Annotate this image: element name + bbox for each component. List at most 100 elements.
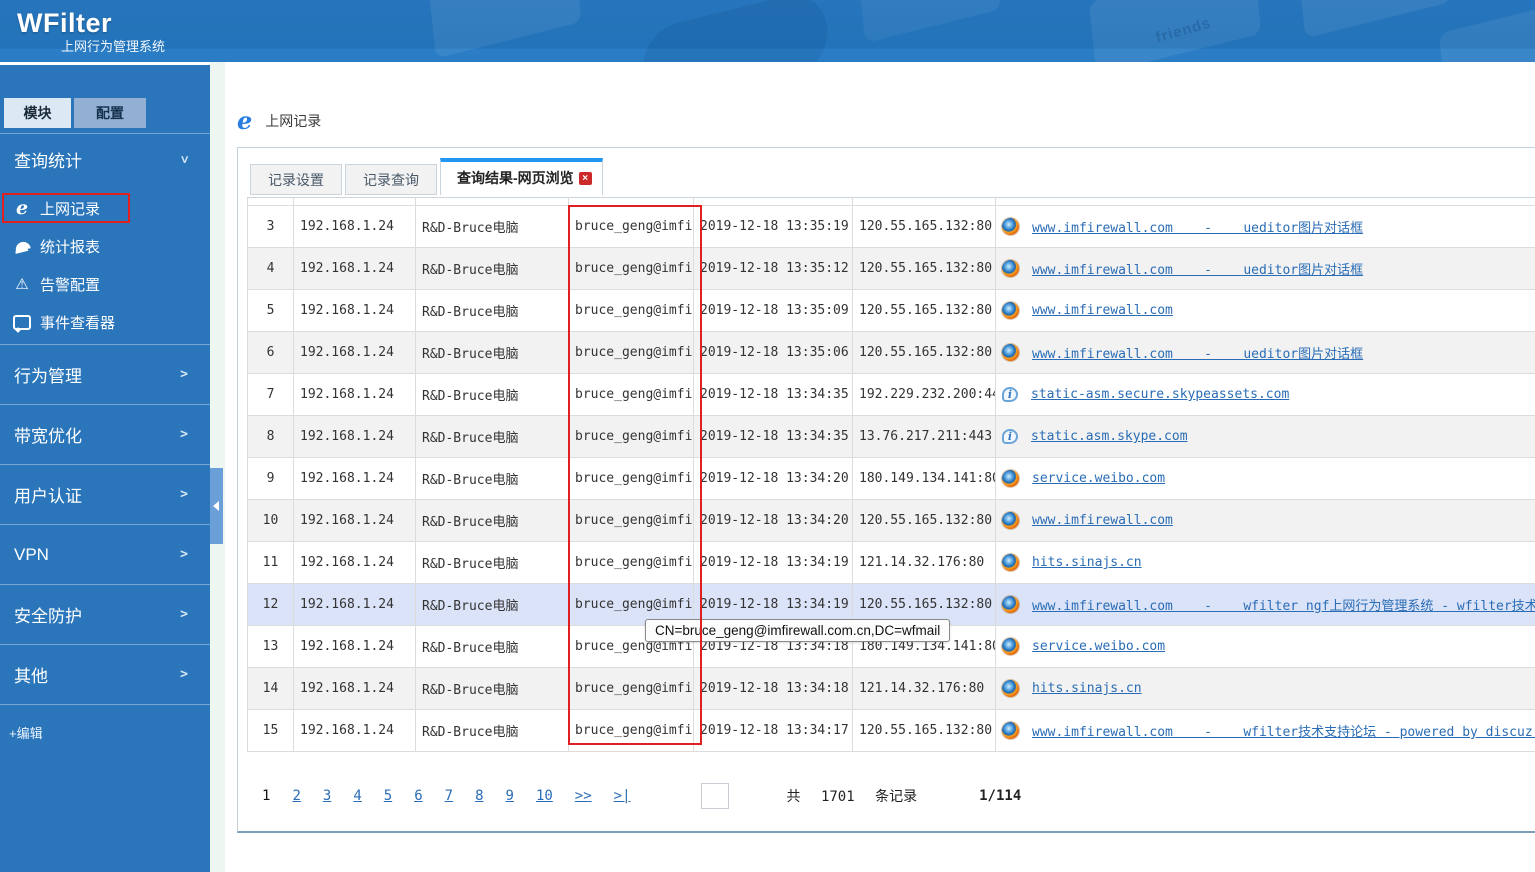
main-content: e 上网记录 记录设置 记录查询 查询结果-网页浏览 3192.168.1.2 bbox=[225, 62, 1535, 872]
cell-host: R&D-Bruce电脑 bbox=[415, 499, 569, 542]
cell-time: 2019-12-18 13:35:06 bbox=[693, 331, 853, 374]
cell-time: 2019-12-18 13:34:35 bbox=[693, 415, 853, 458]
cell-host: R&D-Bruce电脑 bbox=[415, 457, 569, 500]
sidebar-edit-button[interactable]: +编辑 bbox=[9, 723, 43, 742]
table-row[interactable]: 10 192.168.1.24 R&D-Bruce电脑 bruce_geng@imfi… bbox=[247, 499, 1535, 542]
keyboard-decoration bbox=[1299, 0, 1451, 39]
cell-server: 180.149.134.141:80 bbox=[852, 457, 996, 500]
cell-server: 120.55.165.132:80 bbox=[852, 709, 996, 752]
pagination-page-7[interactable]: 7 bbox=[445, 788, 453, 804]
cell-ip: 192.168.1.24 bbox=[293, 247, 416, 290]
sidebar-item-label: 事件查看器 bbox=[40, 314, 116, 332]
cell-time: 2019-12-18 13:34:18 bbox=[693, 667, 853, 710]
chevron-right-icon: > bbox=[180, 547, 188, 562]
ie-icon: e bbox=[237, 106, 253, 135]
pagination-last-icon[interactable]: >| bbox=[614, 788, 631, 804]
chevron-right-icon: > bbox=[180, 607, 188, 622]
url-link[interactable]: hits.sinajs.cn bbox=[1032, 681, 1142, 696]
pagination-page-5[interactable]: 5 bbox=[384, 788, 392, 804]
url-link[interactable]: www.imfirewall.com bbox=[1032, 513, 1173, 528]
sidebar-item-事件查看器[interactable]: 事件查看器 bbox=[0, 303, 210, 341]
tab-query-results[interactable]: 查询结果-网页浏览 bbox=[440, 158, 603, 195]
sidebar-section-label: VPN bbox=[14, 544, 49, 564]
cell-url: hits.sinajs.cn bbox=[995, 667, 1535, 710]
cell-server: 120.55.165.132:80 bbox=[852, 499, 996, 542]
chevron-down-icon: > bbox=[176, 155, 192, 164]
cell-user: bruce_geng@imfire bbox=[568, 373, 694, 416]
pagination-page-9[interactable]: 9 bbox=[506, 788, 514, 804]
page-jump-input[interactable] bbox=[700, 783, 729, 809]
url-link[interactable]: service.weibo.com bbox=[1032, 471, 1165, 486]
records-total: 共 1701 条记录 bbox=[787, 786, 918, 806]
cell-url: www.imfirewall.com - ueditor图片对话框 bbox=[995, 331, 1535, 374]
url-link[interactable]: www.imfirewall.com - ueditor图片对话框 bbox=[1032, 343, 1363, 362]
page-indicator: 1/114 bbox=[979, 788, 1022, 804]
cell-ip: 192.168.1.24 bbox=[293, 541, 416, 584]
tab-record-settings[interactable]: 记录设置 bbox=[250, 164, 342, 195]
pagination-page-8[interactable]: 8 bbox=[475, 788, 483, 804]
pagination-page-3[interactable]: 3 bbox=[323, 788, 331, 804]
url-link[interactable]: www.imfirewall.com - wfilter技术支持论坛 - pow… bbox=[1032, 721, 1535, 740]
sidebar-item-统计报表[interactable]: 统计报表 bbox=[0, 227, 210, 265]
url-link[interactable]: hits.sinajs.cn bbox=[1032, 555, 1142, 570]
wfilter-app: friends WFilter 上网行为管理系统 模块 配置 查询统计 > e上… bbox=[0, 0, 1535, 872]
table-row[interactable]: 15 192.168.1.24 R&D-Bruce电脑 bruce_geng@imfi… bbox=[247, 709, 1535, 752]
url-link[interactable]: service.weibo.com bbox=[1032, 639, 1165, 654]
tab-record-query[interactable]: 记录查询 bbox=[345, 164, 437, 195]
url-link[interactable]: www.imfirewall.com bbox=[1032, 303, 1173, 318]
sidebar-section-query-stats[interactable]: 查询统计 > bbox=[0, 133, 210, 185]
cell-time: 2019-12-18 13:35:09 bbox=[693, 289, 853, 332]
cell-ip: 192.168.1.24 bbox=[293, 415, 416, 458]
sidebar-item-上网记录[interactable]: e 上网记录 bbox=[0, 189, 210, 227]
sidebar-item-告警配置[interactable]: ⚠ 告警配置 bbox=[0, 265, 210, 303]
sidebar-section-行为管理[interactable]: 行为管理 > bbox=[0, 344, 210, 404]
pagination-page-6[interactable]: 6 bbox=[414, 788, 422, 804]
sidebar-section-VPN[interactable]: VPN > bbox=[0, 524, 210, 584]
sidebar-section-其他[interactable]: 其他 > bbox=[0, 644, 210, 704]
pagination-page-2[interactable]: 2 bbox=[292, 788, 300, 804]
cell-num: 5 bbox=[247, 289, 294, 332]
table-row[interactable]: 8192.168.1.24R&D-Bruce电脑bruce_geng@imfir… bbox=[247, 415, 1535, 458]
cell-url: i static-asm.secure.skypeassets.com bbox=[995, 373, 1535, 416]
url-link[interactable]: static-asm.secure.skypeassets.com bbox=[1031, 387, 1289, 402]
alert-icon: ⚠ bbox=[15, 276, 29, 293]
cell-num: 9 bbox=[247, 457, 294, 500]
tab-strip: 记录设置 记录查询 查询结果-网页浏览 bbox=[250, 158, 606, 195]
sidebar-section-用户认证[interactable]: 用户认证 > bbox=[0, 464, 210, 524]
pagination-page-10[interactable]: 10 bbox=[536, 788, 553, 804]
table-row[interactable]: 6192.168.1.24R&D-Bruce电脑bruce_geng@imfir… bbox=[247, 331, 1535, 374]
table-row[interactable]: 3192.168.1.24R&D-Bruce电脑bruce_geng@imfir… bbox=[247, 205, 1535, 248]
records-total-suffix: 条记录 bbox=[875, 789, 918, 805]
table-row[interactable]: 4192.168.1.24R&D-Bruce电脑bruce_geng@imfir… bbox=[247, 247, 1535, 290]
ie-icon: e bbox=[15, 197, 29, 219]
cell-user: bruce_geng@imfire bbox=[568, 205, 694, 248]
cell-user: bruce_geng@imfire bbox=[568, 331, 694, 374]
page-title: 上网记录 bbox=[265, 112, 322, 129]
url-link[interactable]: www.imfirewall.com - wfilter ngf上网行为管理系统… bbox=[1032, 595, 1535, 614]
url-link[interactable]: www.imfirewall.com - ueditor图片对话框 bbox=[1032, 259, 1363, 278]
sidebar-section-安全防护[interactable]: 安全防护 > bbox=[0, 584, 210, 644]
table-row[interactable]: 5192.168.1.24R&D-Bruce电脑bruce_geng@imfir… bbox=[247, 289, 1535, 332]
cell-url: www.imfirewall.com bbox=[995, 499, 1535, 542]
table-row[interactable]: 7192.168.1.24R&D-Bruce电脑bruce_geng@imfir… bbox=[247, 373, 1535, 416]
tab-query-results-label: 查询结果-网页浏览 bbox=[457, 170, 574, 186]
sidebar: 模块 配置 查询统计 > e 上网记录 统计报表 ⚠ 告警配置事件查看器 行为管理 > 带宽… bbox=[0, 62, 210, 872]
sidebar-tab-config[interactable]: 配置 bbox=[74, 98, 146, 128]
close-icon[interactable] bbox=[578, 172, 592, 185]
table-row[interactable]: 14 192.168.1.24 R&D-Bruce电脑 bruce_geng@imfi… bbox=[247, 667, 1535, 710]
cell-ip: 192.168.1.24 bbox=[293, 289, 416, 332]
url-link[interactable]: static.asm.skype.com bbox=[1031, 429, 1188, 444]
pagination-next-icon[interactable]: >> bbox=[575, 788, 592, 804]
firefox-icon bbox=[1002, 596, 1019, 613]
sidebar-section-带宽优化[interactable]: 带宽优化 > bbox=[0, 404, 210, 464]
table-row[interactable]: 9192.168.1.24R&D-Bruce电脑bruce_geng@imfir… bbox=[247, 457, 1535, 500]
url-link[interactable]: www.imfirewall.com - ueditor图片对话框 bbox=[1032, 217, 1363, 236]
skype-icon: i bbox=[1002, 429, 1018, 444]
sidebar-tab-modules[interactable]: 模块 bbox=[4, 98, 71, 128]
cell-server: 120.55.165.132:80 bbox=[852, 205, 996, 248]
sidebar-item-label: 告警配置 bbox=[40, 276, 101, 294]
cell-num: 3 bbox=[247, 205, 294, 248]
sidebar-collapse-handle[interactable] bbox=[210, 468, 223, 544]
pagination-page-4[interactable]: 4 bbox=[353, 788, 361, 804]
table-row[interactable]: 11 192.168.1.24 R&D-Bruce电脑 bruce_geng@imfi… bbox=[247, 541, 1535, 584]
